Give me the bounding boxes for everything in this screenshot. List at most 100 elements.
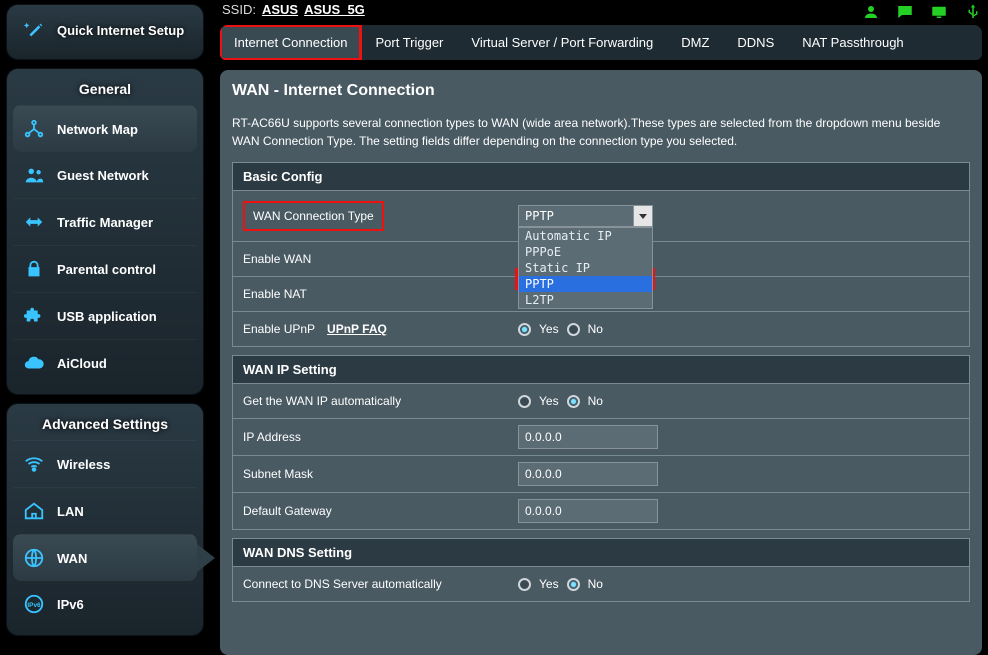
section-wan-dns-title: WAN DNS Setting	[232, 538, 970, 566]
sidebar-item-label: WAN	[57, 551, 87, 566]
upnp-faq-link[interactable]: UPnP FAQ	[327, 322, 387, 336]
tab-internet-connection[interactable]: Internet Connection	[220, 25, 361, 60]
subnet-mask-input[interactable]	[518, 462, 658, 486]
upnp-yes-radio[interactable]	[518, 323, 531, 336]
status-usb-icon[interactable]	[964, 3, 982, 17]
wan-connection-type-label: WAN Connection Type	[243, 201, 384, 231]
tab-dmz[interactable]: DMZ	[667, 25, 723, 60]
tab-virtual-server[interactable]: Virtual Server / Port Forwarding	[457, 25, 667, 60]
ip-address-input[interactable]	[518, 425, 658, 449]
ssid-value-2[interactable]: ASUS_5G	[304, 2, 365, 17]
sidebar-item-network-map[interactable]: Network Map	[13, 105, 197, 152]
tab-port-trigger[interactable]: Port Trigger	[361, 25, 457, 60]
quick-internet-setup-panel: Quick Internet Setup	[6, 4, 204, 60]
get-wan-ip-auto-label: Get the WAN IP automatically	[243, 394, 401, 408]
guest-network-icon	[21, 162, 47, 188]
no-label: No	[588, 322, 603, 336]
wan-connection-type-dropdown: Automatic IP PPPoE Static IP PPTP L2TP	[518, 227, 653, 309]
general-header: General	[13, 77, 197, 105]
section-basic-title: Basic Config	[232, 162, 970, 190]
row-enable-upnp: Enable UPnP UPnP FAQ Yes No	[233, 311, 969, 346]
wireless-icon	[21, 451, 47, 477]
option-pptp[interactable]: PPTP	[519, 276, 652, 292]
ip-address-label: IP Address	[243, 430, 301, 444]
option-static-ip[interactable]: Static IP	[519, 260, 652, 276]
chevron-down-icon	[639, 214, 647, 219]
sidebar-item-aicloud[interactable]: AiCloud	[13, 339, 197, 386]
status-chat-icon[interactable]	[896, 3, 914, 17]
enable-upnp-label: Enable UPnP	[243, 322, 315, 336]
sidebar-item-ipv6[interactable]: IPv6 IPv6	[13, 581, 197, 627]
ssid-label: SSID:	[222, 2, 256, 17]
sidebar-item-traffic-manager[interactable]: Traffic Manager	[13, 198, 197, 245]
sidebar-item-label: Parental control	[57, 262, 156, 277]
sidebar-item-qis[interactable]: Quick Internet Setup	[13, 13, 197, 51]
dns-yes-radio[interactable]	[518, 578, 531, 591]
row-connect-dns-auto: Connect to DNS Server automatically Yes …	[233, 566, 969, 601]
page-title: WAN - Internet Connection	[232, 82, 970, 100]
puzzle-icon	[21, 303, 47, 329]
section-basic-config: Basic Config WAN Connection Type PPTP	[232, 162, 970, 347]
general-panel: General Network Map Guest Network Traffi…	[6, 68, 204, 395]
sidebar-item-usb-application[interactable]: USB application	[13, 292, 197, 339]
status-demo-icon[interactable]	[930, 3, 948, 17]
tab-ddns[interactable]: DDNS	[723, 25, 788, 60]
connect-dns-auto-label: Connect to DNS Server automatically	[243, 577, 442, 591]
default-gateway-label: Default Gateway	[243, 504, 332, 518]
row-subnet-mask: Subnet Mask	[233, 455, 969, 492]
sidebar-item-label: AiCloud	[57, 356, 107, 371]
tabs: Internet Connection Port Trigger Virtual…	[220, 25, 982, 60]
sidebar-item-label: Wireless	[57, 457, 110, 472]
upnp-no-radio[interactable]	[567, 323, 580, 336]
yes-label: Yes	[539, 577, 559, 591]
yes-label: Yes	[539, 394, 559, 408]
network-map-icon	[21, 116, 47, 142]
dns-no-radio[interactable]	[567, 578, 580, 591]
cloud-icon	[21, 350, 47, 376]
wan-connection-type-select[interactable]: PPTP	[518, 205, 653, 227]
wanip-yes-radio[interactable]	[518, 395, 531, 408]
sidebar-item-parental-control[interactable]: Parental control	[13, 245, 197, 292]
row-get-wan-ip-auto: Get the WAN IP automatically Yes No	[233, 383, 969, 418]
wan-connection-type-value: PPTP	[525, 209, 554, 223]
sidebar-item-label: Guest Network	[57, 168, 149, 183]
sidebar-item-wan[interactable]: WAN	[13, 534, 197, 581]
sidebar-item-label: Network Map	[57, 122, 138, 137]
page-description: RT-AC66U supports several connection typ…	[232, 114, 970, 150]
sidebar-item-wireless[interactable]: Wireless	[13, 440, 197, 487]
default-gateway-input[interactable]	[518, 499, 658, 523]
section-wan-dns: WAN DNS Setting Connect to DNS Server au…	[232, 538, 970, 602]
sidebar-item-guest-network[interactable]: Guest Network	[13, 152, 197, 198]
sidebar-item-label: LAN	[57, 504, 84, 519]
sidebar-item-label: IPv6	[57, 597, 84, 612]
sidebar-item-label: USB application	[57, 309, 157, 324]
advanced-panel: Advanced Settings Wireless LAN WAN IPv6 …	[6, 403, 204, 636]
tab-nat-passthrough[interactable]: NAT Passthrough	[788, 25, 917, 60]
row-ip-address: IP Address	[233, 418, 969, 455]
no-label: No	[588, 577, 603, 591]
status-icons	[862, 3, 982, 17]
ssid-bar: SSID: ASUS ASUS_5G	[220, 0, 982, 25]
row-wan-connection-type: WAN Connection Type PPTP Automatic IP PP…	[233, 190, 969, 241]
home-icon	[21, 498, 47, 524]
main: SSID: ASUS ASUS_5G Internet Connection P…	[210, 0, 988, 655]
option-l2tp[interactable]: L2TP	[519, 292, 652, 308]
section-wan-ip-title: WAN IP Setting	[232, 355, 970, 383]
content: WAN - Internet Connection RT-AC66U suppo…	[220, 70, 982, 655]
lock-icon	[21, 256, 47, 282]
section-wan-ip: WAN IP Setting Get the WAN IP automatica…	[232, 355, 970, 530]
magic-wand-icon	[21, 17, 47, 43]
traffic-manager-icon	[21, 209, 47, 235]
option-automatic-ip[interactable]: Automatic IP	[519, 228, 652, 244]
globe-icon	[21, 545, 47, 571]
ipv6-icon: IPv6	[21, 591, 47, 617]
yes-label: Yes	[539, 322, 559, 336]
sidebar: Quick Internet Setup General Network Map…	[0, 0, 210, 655]
option-pppoe[interactable]: PPPoE	[519, 244, 652, 260]
wanip-no-radio[interactable]	[567, 395, 580, 408]
row-default-gateway: Default Gateway	[233, 492, 969, 529]
sidebar-item-lan[interactable]: LAN	[13, 487, 197, 534]
wan-connection-type-select-wrap: PPTP Automatic IP PPPoE Static IP PPTP L…	[518, 205, 653, 227]
status-user-icon[interactable]	[862, 3, 880, 17]
ssid-value-1[interactable]: ASUS	[262, 2, 298, 17]
